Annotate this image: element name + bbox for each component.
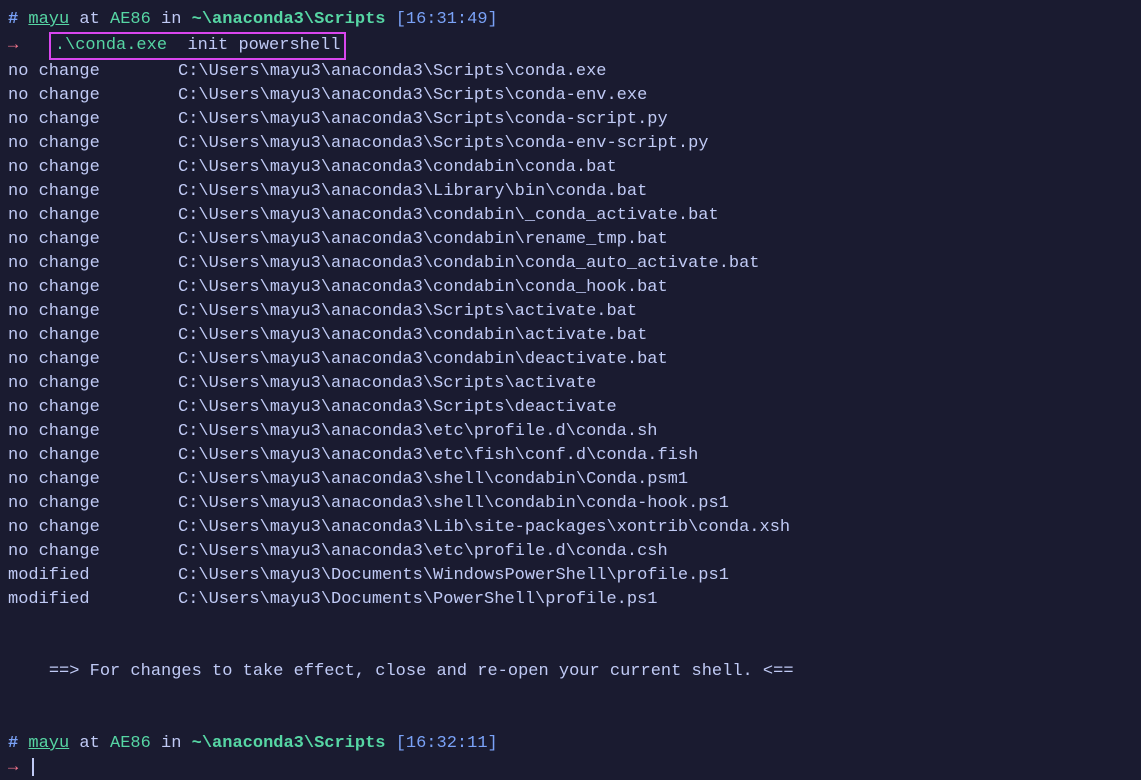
file-path: C:\Users\mayu3\anaconda3\condabin\conda_… (178, 278, 668, 297)
prompt-in: in (161, 732, 181, 756)
status-text: no change (8, 492, 178, 516)
status-text: no change (8, 180, 178, 204)
status-text: no change (8, 420, 178, 444)
output-row: no changeC:\Users\mayu3\anaconda3\condab… (8, 324, 1133, 348)
info-message: ==> For changes to take effect, close an… (8, 636, 1133, 708)
status-text: no change (8, 444, 178, 468)
status-text: no change (8, 324, 178, 348)
prompt-hash: # (8, 732, 18, 756)
output-row: no changeC:\Users\mayu3\anaconda3\etc\fi… (8, 444, 1133, 468)
prompt-time: [16:31:49] (396, 8, 498, 32)
terminal-output[interactable]: # mayu at AE86 in ~\anaconda3\Scripts [1… (8, 8, 1133, 780)
prompt-at: at (79, 732, 99, 756)
status-text: no change (8, 276, 178, 300)
prompt-arrow-icon: → (8, 758, 18, 777)
output-row: no changeC:\Users\mayu3\anaconda3\condab… (8, 348, 1133, 372)
output-row: no changeC:\Users\mayu3\anaconda3\Script… (8, 372, 1133, 396)
file-path: C:\Users\mayu3\anaconda3\shell\condabin\… (178, 494, 729, 513)
output-row: no changeC:\Users\mayu3\anaconda3\shell\… (8, 492, 1133, 516)
file-path: C:\Users\mayu3\anaconda3\Scripts\deactiv… (178, 398, 617, 417)
output-row: no changeC:\Users\mayu3\anaconda3\Script… (8, 60, 1133, 84)
message-text: ==> For changes to take effect, close an… (49, 662, 794, 681)
output-row: no changeC:\Users\mayu3\anaconda3\condab… (8, 156, 1133, 180)
status-text: no change (8, 156, 178, 180)
cursor-icon (32, 758, 34, 776)
file-path: C:\Users\mayu3\anaconda3\etc\profile.d\c… (178, 542, 668, 561)
prompt-user: mayu (28, 732, 69, 756)
prompt-in: in (161, 8, 181, 32)
prompt-path: ~\anaconda3\Scripts (192, 8, 386, 32)
output-row: modifiedC:\Users\mayu3\Documents\PowerSh… (8, 588, 1133, 612)
output-row: no changeC:\Users\mayu3\anaconda3\condab… (8, 204, 1133, 228)
file-path: C:\Users\mayu3\anaconda3\etc\fish\conf.d… (178, 446, 698, 465)
status-text: no change (8, 372, 178, 396)
file-path: C:\Users\mayu3\anaconda3\condabin\_conda… (178, 206, 719, 225)
status-text: no change (8, 60, 178, 84)
prompt-user: mayu (28, 8, 69, 32)
output-row: no changeC:\Users\mayu3\anaconda3\Script… (8, 108, 1133, 132)
command-arguments: init powershell (187, 36, 340, 55)
output-row: no changeC:\Users\mayu3\anaconda3\Script… (8, 84, 1133, 108)
output-row: no changeC:\Users\mayu3\anaconda3\Lib\si… (8, 516, 1133, 540)
status-text: modified (8, 564, 178, 588)
prompt-arrow-icon: → (8, 36, 18, 55)
status-text: no change (8, 348, 178, 372)
output-row: no changeC:\Users\mayu3\anaconda3\condab… (8, 276, 1133, 300)
prompt-hash: # (8, 8, 18, 32)
file-path: C:\Users\mayu3\anaconda3\condabin\conda_… (178, 254, 760, 273)
file-path: C:\Users\mayu3\anaconda3\Scripts\activat… (178, 374, 596, 393)
file-path: C:\Users\mayu3\anaconda3\condabin\rename… (178, 230, 668, 249)
output-row: no changeC:\Users\mayu3\anaconda3\condab… (8, 252, 1133, 276)
output-row: no changeC:\Users\mayu3\anaconda3\Script… (8, 132, 1133, 156)
status-text: modified (8, 588, 178, 612)
file-path: C:\Users\mayu3\Documents\WindowsPowerShe… (178, 566, 729, 585)
status-text: no change (8, 540, 178, 564)
prompt-time: [16:32:11] (396, 732, 498, 756)
output-row: no changeC:\Users\mayu3\anaconda3\etc\pr… (8, 540, 1133, 564)
prompt-path: ~\anaconda3\Scripts (192, 732, 386, 756)
prompt-at: at (79, 8, 99, 32)
highlighted-command: .\conda.exe init powershell (49, 32, 347, 60)
file-path: C:\Users\mayu3\anaconda3\Scripts\conda-e… (178, 134, 709, 153)
output-row: no changeC:\Users\mayu3\anaconda3\condab… (8, 228, 1133, 252)
file-path: C:\Users\mayu3\anaconda3\Scripts\activat… (178, 302, 637, 321)
file-path: C:\Users\mayu3\anaconda3\condabin\activa… (178, 326, 647, 345)
file-path: C:\Users\mayu3\anaconda3\Lib\site-packag… (178, 518, 790, 537)
command-output: no changeC:\Users\mayu3\anaconda3\Script… (8, 60, 1133, 612)
status-text: no change (8, 84, 178, 108)
status-text: no change (8, 252, 178, 276)
command-line-2[interactable]: → (8, 756, 1133, 780)
status-text: no change (8, 228, 178, 252)
status-text: no change (8, 132, 178, 156)
status-text: no change (8, 516, 178, 540)
command-executable: .\conda.exe (55, 36, 167, 55)
output-row: no changeC:\Users\mayu3\anaconda3\Librar… (8, 180, 1133, 204)
file-path: C:\Users\mayu3\anaconda3\Scripts\conda-s… (178, 110, 668, 129)
output-row: no changeC:\Users\mayu3\anaconda3\etc\pr… (8, 420, 1133, 444)
file-path: C:\Users\mayu3\anaconda3\shell\condabin\… (178, 470, 688, 489)
command-line-1: → .\conda.exe init powershell (8, 32, 1133, 60)
blank-line (8, 708, 1133, 732)
file-path: C:\Users\mayu3\anaconda3\condabin\deacti… (178, 350, 668, 369)
status-text: no change (8, 396, 178, 420)
file-path: C:\Users\mayu3\anaconda3\condabin\conda.… (178, 158, 617, 177)
prompt-line-1: # mayu at AE86 in ~\anaconda3\Scripts [1… (8, 8, 1133, 32)
blank-line (8, 612, 1133, 636)
file-path: C:\Users\mayu3\Documents\PowerShell\prof… (178, 590, 657, 609)
prompt-line-2: # mayu at AE86 in ~\anaconda3\Scripts [1… (8, 732, 1133, 756)
file-path: C:\Users\mayu3\anaconda3\Scripts\conda-e… (178, 86, 647, 105)
status-text: no change (8, 468, 178, 492)
output-row: no changeC:\Users\mayu3\anaconda3\Script… (8, 396, 1133, 420)
status-text: no change (8, 204, 178, 228)
file-path: C:\Users\mayu3\anaconda3\Scripts\conda.e… (178, 62, 606, 81)
output-row: no changeC:\Users\mayu3\anaconda3\shell\… (8, 468, 1133, 492)
prompt-host: AE86 (110, 8, 151, 32)
output-row: no changeC:\Users\mayu3\anaconda3\Script… (8, 300, 1133, 324)
output-row: modifiedC:\Users\mayu3\Documents\Windows… (8, 564, 1133, 588)
status-text: no change (8, 108, 178, 132)
prompt-host: AE86 (110, 732, 151, 756)
file-path: C:\Users\mayu3\anaconda3\etc\profile.d\c… (178, 422, 657, 441)
status-text: no change (8, 300, 178, 324)
file-path: C:\Users\mayu3\anaconda3\Library\bin\con… (178, 182, 647, 201)
